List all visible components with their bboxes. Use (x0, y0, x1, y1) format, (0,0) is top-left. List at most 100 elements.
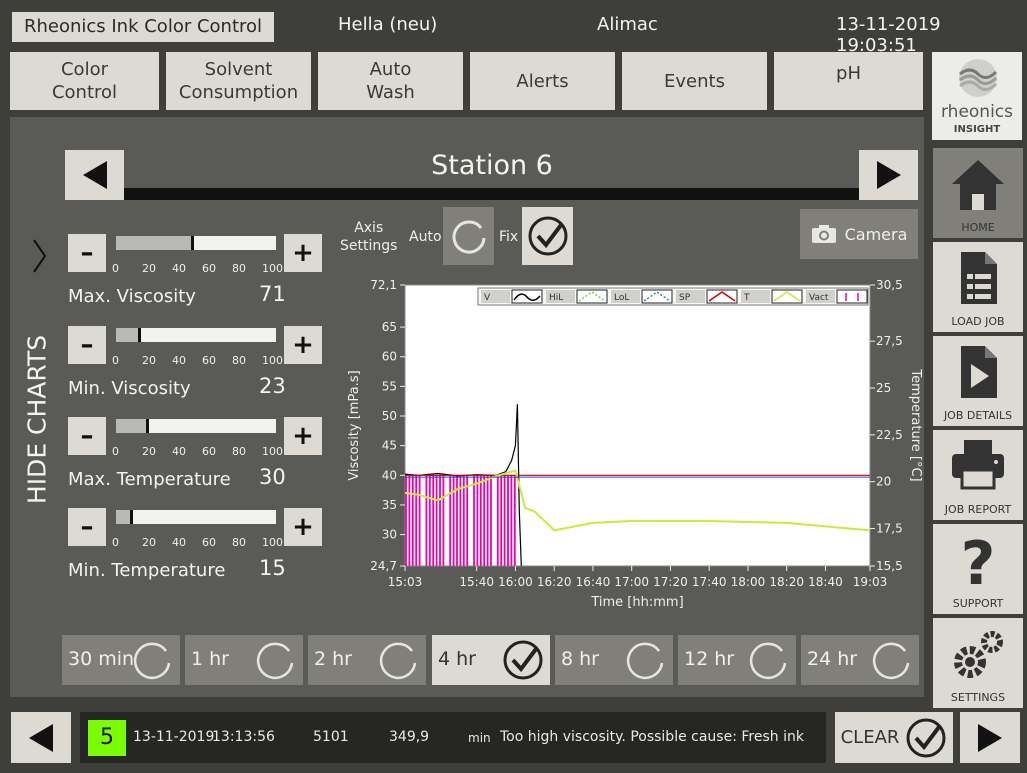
auto-label: Auto (409, 229, 442, 245)
slider-tick-label: 100 (262, 445, 283, 458)
time-range-button[interactable]: 24 hr (801, 635, 919, 685)
slider-track[interactable] (116, 510, 276, 524)
time-range-button[interactable]: 8 hr (555, 635, 673, 685)
tab-auto-wash[interactable]: Auto Wash (318, 52, 463, 110)
slider-tick-marks (114, 252, 284, 262)
spinner-icon (379, 642, 417, 680)
y-tick-label: 60 (382, 350, 397, 364)
app-title: Rheonics Ink Color Control (12, 12, 274, 42)
y2-axis-label: Temperature [°C] (908, 368, 923, 481)
x-tick-label: 18:00 (731, 575, 766, 589)
sidebar-item-load-job[interactable]: LOAD JOB (933, 242, 1023, 332)
status-bar: 5 13-11-2019 13:13:56 5101 349,9 min Too… (80, 712, 826, 763)
spinner-icon (872, 642, 910, 680)
slider-tick-label: 80 (232, 262, 246, 275)
x-tick-label: 17:40 (692, 575, 727, 589)
slider-value: 71 (259, 282, 286, 306)
increase-button[interactable]: + (284, 508, 322, 546)
tab-solvent-consumption[interactable]: Solvent Consumption (166, 52, 311, 110)
decrease-button[interactable]: – (68, 508, 106, 546)
decrease-button[interactable]: – (68, 417, 106, 455)
triangle-right-icon (978, 723, 1002, 752)
x-tick-label: 17:20 (653, 575, 688, 589)
time-range-button[interactable]: 2 hr (308, 635, 426, 685)
prev-event-button[interactable] (11, 712, 71, 763)
slider-track[interactable] (116, 419, 276, 433)
slider-label: Min. Viscosity (68, 378, 191, 399)
clear-button[interactable]: CLEAR (835, 712, 953, 763)
slider-tick-label: 0 (112, 262, 119, 275)
legend-label: Vact (809, 293, 829, 303)
fix-axis-button[interactable] (522, 207, 573, 265)
y-tick-label: 55 (382, 379, 397, 393)
sidebar-item-settings[interactable]: SETTINGS (933, 618, 1023, 708)
slider-track[interactable] (116, 328, 276, 342)
next-station-button[interactable] (859, 150, 918, 200)
time-range-label: 8 hr (561, 648, 599, 670)
check-circle-icon (906, 718, 946, 757)
slider-value: 23 (259, 374, 286, 398)
slider-label: Max. Viscosity (68, 286, 196, 307)
y-tick-label: 45 (382, 439, 397, 453)
sidebar-item-label: SETTINGS (950, 691, 1006, 704)
svg-text:?: ? (961, 530, 996, 590)
spinner-icon (452, 220, 485, 254)
viscosity-chart: 72,1 65 60 55 50 45 40 35 30 24,7 30,5 27,5 25 22,5 20… (347, 278, 923, 610)
time-range-button[interactable]: 1 hr (185, 635, 303, 685)
slider-label: Min. Temperature (68, 560, 226, 581)
y2-tick-label: 27,5 (876, 334, 903, 348)
logo-product: INSIGHT (953, 124, 1001, 135)
x-tick-label: 15:40 (459, 575, 494, 589)
slider-tick-label: 80 (232, 536, 246, 549)
slider-tick-label: 20 (142, 445, 156, 458)
slider-tick-label: 100 (262, 262, 283, 275)
tab-events[interactable]: Events (622, 52, 767, 110)
sidebar-item-home[interactable]: HOME (933, 148, 1023, 238)
slider-tick-label: 20 (142, 354, 156, 367)
sidebar-item-label: LOAD JOB (951, 315, 1005, 328)
slider-tick-label: 40 (172, 262, 186, 275)
increase-button[interactable]: + (284, 326, 322, 364)
y-tick-label: 40 (382, 468, 397, 482)
x-tick-label: 15:03 (388, 575, 423, 589)
y2-tick-label: 25 (876, 381, 891, 395)
next-event-button[interactable] (960, 712, 1020, 763)
time-range-button[interactable]: 12 hr (678, 635, 796, 685)
x-tick-label: 16:20 (537, 575, 572, 589)
check-circle-icon (503, 640, 543, 680)
slider-tick-label: 40 (172, 445, 186, 458)
time-range-label: 30 min (68, 648, 135, 670)
y-tick-label: 65 (382, 320, 397, 334)
hide-charts-toggle[interactable]: HIDE CHARTS (22, 330, 52, 510)
slider-track[interactable] (116, 236, 276, 250)
slider-tick-label: 60 (202, 536, 216, 549)
camera-button[interactable]: Camera (800, 209, 918, 259)
sidebar-item-job-report[interactable]: JOB REPORT (933, 430, 1023, 520)
tab-color-control[interactable]: Color Control (10, 52, 159, 110)
check-circle-icon (528, 216, 567, 256)
slider-tick-label: 60 (202, 445, 216, 458)
tab-alerts[interactable]: Alerts (470, 52, 615, 110)
slider-fill (116, 236, 195, 250)
sidebar-item-job-details[interactable]: JOB DETAILS (933, 336, 1023, 426)
auto-axis-button[interactable] (443, 207, 494, 265)
slider-tick-label: 100 (262, 354, 283, 367)
decrease-button[interactable]: – (68, 326, 106, 364)
chevron-right-icon[interactable] (30, 238, 48, 274)
prev-station-button[interactable] (65, 150, 124, 200)
slider-tick-marks (114, 344, 284, 354)
increase-button[interactable]: + (284, 234, 322, 272)
increase-button[interactable]: + (284, 417, 322, 455)
time-range-label: 2 hr (314, 648, 352, 670)
slider-tick-label: 0 (112, 536, 119, 549)
status-message: Too high viscosity. Possible cause: Fres… (500, 729, 804, 745)
sidebar-item-support[interactable]: ? SUPPORT (933, 524, 1023, 614)
time-range-button[interactable]: 4 hr (432, 635, 550, 685)
decrease-button[interactable]: – (68, 234, 106, 272)
status-code: 5101 (313, 729, 349, 745)
time-range-button[interactable]: 30 min (62, 635, 180, 685)
tab-ph[interactable]: pH (774, 52, 923, 110)
machine-name: Alimac (597, 14, 658, 35)
sidebar-item-label: JOB DETAILS (943, 409, 1013, 422)
x-tick-label: 18:20 (769, 575, 804, 589)
